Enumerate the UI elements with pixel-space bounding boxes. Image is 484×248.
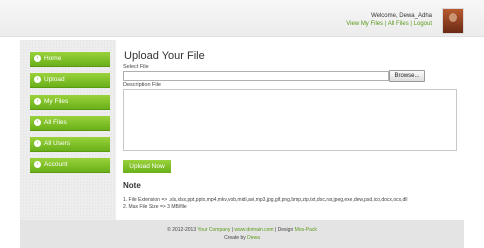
user-links: View My Files | All Files | Logout [346, 20, 432, 28]
browse-button[interactable]: Browse... [389, 70, 425, 82]
designer-link[interactable]: Mos-Pack [295, 227, 317, 233]
sidebar-item-all-users[interactable]: › All Users [30, 137, 110, 151]
sidebar-item-account[interactable]: › Account [30, 158, 110, 172]
sidebar-item-label: My Files [44, 98, 69, 105]
sidebar-item-home[interactable]: › Home [30, 52, 110, 66]
arrow-bullet-icon: › [34, 55, 41, 62]
view-my-files-link[interactable]: View My Files [346, 21, 383, 27]
created-by-text: Create by [224, 235, 246, 241]
sidebar-item-label: All Users [44, 140, 71, 147]
company-link[interactable]: Your Company [197, 227, 230, 233]
header-bar: Welcome, Dewa_Adha View My Files | All F… [0, 0, 484, 37]
design-text: | Design [273, 227, 294, 233]
footer: © 2012-2013 Your Company | www.domain.co… [20, 220, 464, 248]
sidebar-item-label: All Files [44, 119, 67, 126]
page-title: Upload Your File [124, 50, 205, 62]
upload-now-button[interactable]: Upload Now [123, 160, 171, 173]
file-path-input[interactable] [123, 71, 389, 81]
footer-copyright-line: © 2012-2013 Your Company | www.domain.co… [20, 227, 464, 233]
user-welcome: Welcome, Dewa_Adha View My Files | All F… [346, 12, 432, 28]
sidebar-item-label: Upload [44, 76, 65, 83]
note-max-size: 2. Max File Size => 3 MB/file [123, 204, 187, 210]
sidebar-item-label: Home [44, 55, 62, 62]
description-label: Description File [123, 82, 161, 88]
arrow-bullet-icon: › [34, 161, 41, 168]
domain-link[interactable]: www.domain.com [234, 227, 273, 233]
select-file-label: Select File [123, 64, 149, 70]
footer-credit-line: Create by Dewa [20, 235, 464, 241]
arrow-bullet-icon: › [34, 140, 41, 147]
logout-link[interactable]: Logout [414, 21, 432, 27]
description-textarea[interactable] [123, 89, 457, 151]
arrow-bullet-icon: › [34, 119, 41, 126]
arrow-bullet-icon: › [34, 76, 41, 83]
arrow-bullet-icon: › [34, 98, 41, 105]
sidebar: › Home › Upload › My Files › All Files ›… [20, 40, 116, 220]
copyright-text: © 2012-2013 [167, 227, 197, 233]
sidebar-item-my-files[interactable]: › My Files [30, 95, 110, 109]
avatar[interactable] [442, 8, 464, 34]
main-content: Upload Your File Select File Browse... D… [116, 40, 464, 220]
sidebar-item-label: Account [44, 161, 68, 168]
note-heading: Note [123, 181, 141, 190]
all-files-link[interactable]: All Files [388, 21, 409, 27]
author-link[interactable]: Dewa [247, 235, 260, 241]
welcome-text: Welcome, Dewa_Adha [371, 13, 432, 19]
sidebar-item-all-files[interactable]: › All Files [30, 116, 110, 130]
sidebar-item-upload[interactable]: › Upload [30, 73, 110, 87]
note-file-extension: 1. File Extension => .xls,xlsx,ppt,pptx,… [123, 197, 408, 203]
